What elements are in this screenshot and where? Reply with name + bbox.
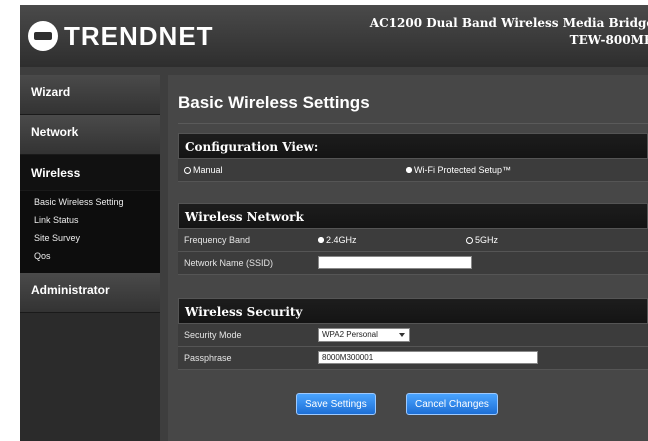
trendnet-logo: TRENDNET — [28, 19, 214, 53]
main-content: Basic Wireless Settings Configuration Vi… — [168, 75, 648, 441]
passphrase-row: Passphrase 8000M300001 — [178, 347, 648, 370]
header-bar: TRENDNET AC1200 Dual Band Wireless Media… — [20, 5, 648, 67]
security-mode-row: Security Mode WPA2 Personal — [178, 324, 648, 347]
radio-manual[interactable]: Manual — [184, 159, 223, 181]
logo-icon — [28, 21, 58, 51]
chevron-down-icon — [399, 333, 405, 337]
sidebar-item-network[interactable]: Network — [20, 115, 160, 155]
wireless-submenu: Basic Wireless Setting Link Status Site … — [20, 191, 160, 273]
radio-dot-icon — [406, 167, 412, 173]
passphrase-input[interactable]: 8000M300001 — [318, 351, 538, 364]
sidebar: Wizard Network Wireless Basic Wireless S… — [20, 75, 160, 441]
radio-5ghz[interactable]: 5GHz — [466, 229, 498, 251]
product-model: TEW-800MB — [569, 33, 648, 47]
logo-text: TRENDNET — [64, 20, 214, 51]
submenu-link-status[interactable]: Link Status — [20, 211, 160, 229]
submenu-basic-wireless-setting[interactable]: Basic Wireless Setting — [20, 193, 160, 211]
save-settings-button[interactable]: Save Settings — [296, 393, 376, 415]
product-name: AC1200 Dual Band Wireless Media Bridge — [369, 16, 648, 30]
radio-wps-label: Wi-Fi Protected Setup™ — [414, 165, 512, 175]
config-view-heading: Configuration View: — [178, 133, 648, 159]
radio-circle-icon — [466, 236, 473, 244]
sidebar-item-administrator[interactable]: Administrator — [20, 273, 160, 313]
wireless-security-section: Wireless Security Security Mode WPA2 Per… — [178, 298, 648, 370]
sidebar-item-wizard[interactable]: Wizard — [20, 75, 160, 115]
radio-manual-label: Manual — [193, 165, 223, 175]
wireless-network-section: Wireless Network Frequency Band 2.4GHz 5… — [178, 203, 648, 275]
submenu-site-survey[interactable]: Site Survey — [20, 229, 160, 247]
page-title: Basic Wireless Settings — [178, 93, 370, 112]
router-admin-window: TRENDNET AC1200 Dual Band Wireless Media… — [20, 5, 648, 441]
config-view-row: Manual Wi-Fi Protected Setup™ — [178, 159, 648, 182]
passphrase-label: Passphrase — [184, 353, 232, 363]
ssid-input[interactable] — [318, 256, 472, 269]
radio-wps[interactable]: Wi-Fi Protected Setup™ — [406, 159, 511, 181]
config-view-section: Configuration View: Manual Wi-Fi Protect… — [178, 133, 648, 182]
wireless-network-heading: Wireless Network — [178, 203, 648, 229]
security-mode-value: WPA2 Personal — [322, 330, 378, 339]
frequency-band-label: Frequency Band — [184, 235, 251, 245]
security-mode-label: Security Mode — [184, 330, 242, 340]
radio-2-4ghz-label: 2.4GHz — [326, 235, 357, 245]
ssid-row: Network Name (SSID) — [178, 252, 648, 275]
wireless-security-heading: Wireless Security — [178, 298, 648, 324]
cancel-changes-button[interactable]: Cancel Changes — [406, 393, 498, 415]
radio-dot-icon — [318, 237, 324, 243]
security-mode-select[interactable]: WPA2 Personal — [318, 328, 410, 342]
sidebar-item-wireless[interactable]: Wireless — [20, 155, 160, 191]
title-divider — [178, 123, 648, 124]
frequency-band-row: Frequency Band 2.4GHz 5GHz — [178, 229, 648, 252]
radio-circle-icon — [184, 166, 191, 174]
radio-2-4ghz[interactable]: 2.4GHz — [318, 229, 357, 251]
submenu-qos[interactable]: Qos — [20, 247, 160, 265]
ssid-label: Network Name (SSID) — [184, 258, 274, 268]
radio-5ghz-label: 5GHz — [475, 235, 499, 245]
